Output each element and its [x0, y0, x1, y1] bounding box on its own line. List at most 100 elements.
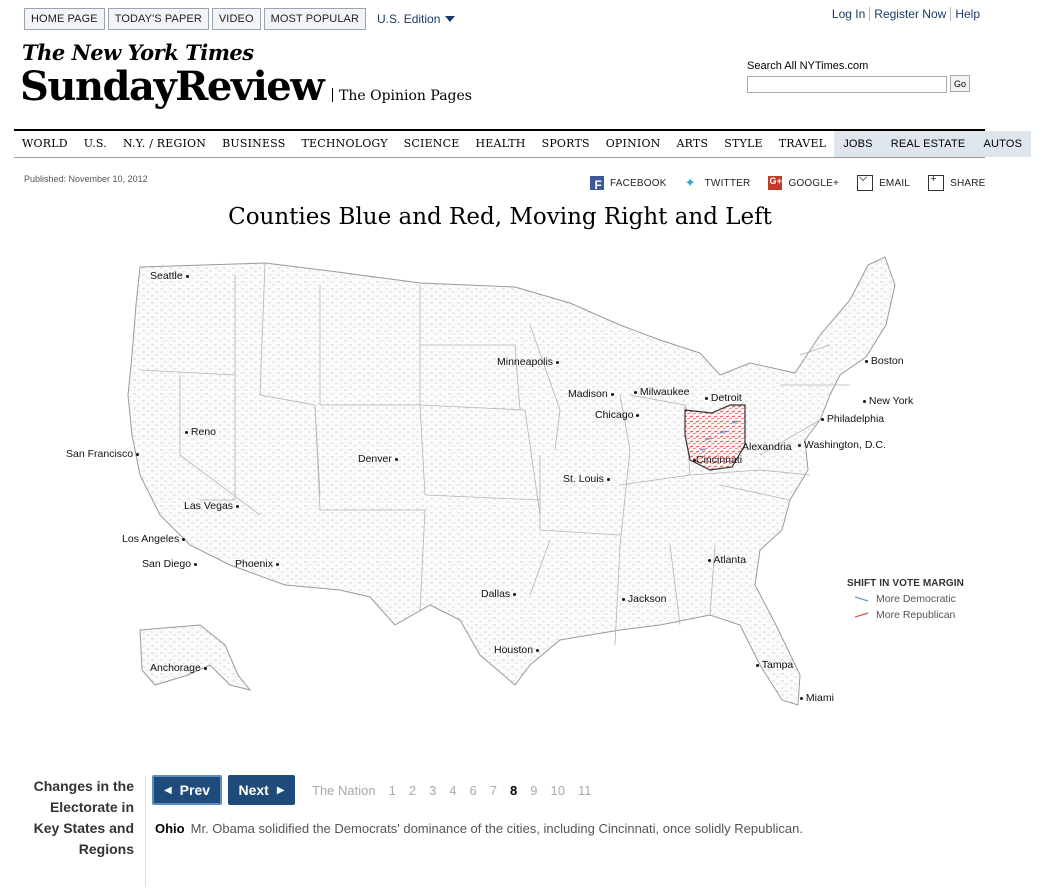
map-legend: SHIFT IN VOTE MARGIN More Democratic Mor…	[847, 578, 964, 621]
nav-health[interactable]: HEALTH	[467, 131, 533, 157]
city-st-louis: St. Louis	[563, 473, 610, 485]
legend-dem-label: More Democratic	[876, 593, 956, 605]
pager: The Nation 1 2 3 4 6 7 8 9 10 11	[312, 783, 604, 798]
divider	[332, 88, 333, 102]
city-tampa: Tampa	[756, 659, 793, 671]
pager-page[interactable]: 6	[470, 783, 477, 798]
nav-style[interactable]: STYLE	[716, 131, 770, 157]
share-more[interactable]: SHARE	[928, 173, 985, 191]
next-label: Next	[238, 782, 269, 798]
city-detroit: Detroit	[705, 392, 742, 404]
nav-world[interactable]: WORLD	[14, 131, 76, 157]
email-share[interactable]: EMAIL	[857, 175, 910, 191]
share-icon	[928, 173, 945, 191]
pager-page[interactable]: 7	[490, 783, 497, 798]
nav-technology[interactable]: TECHNOLOGY	[293, 131, 395, 157]
city-madison: Madison	[568, 388, 614, 400]
email-label: EMAIL	[879, 177, 911, 189]
edition-selector[interactable]: U.S. Edition	[377, 12, 456, 26]
help-link[interactable]: Help	[950, 7, 984, 21]
search-go-button[interactable]: Go	[950, 75, 970, 92]
city-alexandria: Alexandria	[742, 441, 792, 453]
twitter-icon: ✦	[684, 175, 696, 190]
pager-page[interactable]: 11	[578, 783, 592, 798]
section-name[interactable]: SundayReview	[20, 60, 325, 114]
pager-page[interactable]: 9	[530, 783, 537, 798]
prev-label: Prev	[179, 782, 211, 798]
todays-paper-link[interactable]: TODAY'S PAPER	[107, 8, 209, 30]
nav-real-estate[interactable]: REAL ESTATE	[882, 131, 975, 157]
rep-swatch-icon	[855, 612, 869, 618]
pager-page-current[interactable]: 8	[510, 783, 517, 798]
nav-us[interactable]: U.S.	[76, 131, 115, 157]
legend-rep: More Republican	[855, 609, 964, 621]
city-washington-dc: Washington, D.C.	[798, 439, 886, 451]
city-chicago: Chicago	[595, 409, 640, 421]
google-share[interactable]: GOOGLE+	[768, 176, 839, 190]
most-popular-link[interactable]: MOST POPULAR	[263, 8, 367, 30]
edition-label: U.S. Edition	[377, 12, 441, 26]
facebook-share[interactable]: FACEBOOK	[590, 176, 667, 192]
legend-dem: More Democratic	[855, 593, 964, 605]
nav-jobs[interactable]: JOBS	[834, 131, 882, 157]
google-label: GOOGLE+	[788, 177, 840, 189]
city-milwaukee: Milwaukee	[634, 386, 690, 398]
city-miami: Miami	[800, 692, 834, 704]
city-phoenix: Phoenix	[235, 558, 279, 570]
email-icon	[857, 175, 874, 191]
twitter-label: TWITTER	[704, 177, 751, 189]
caption-text: Mr. Obama solidified the Democrats' domi…	[190, 821, 803, 836]
city-jackson: Jackson	[622, 593, 666, 605]
city-dallas: Dallas	[481, 588, 517, 600]
city-san-francisco: San Francisco	[66, 448, 140, 460]
city-cincinnati: Cincinnati	[693, 454, 742, 466]
pager-page[interactable]: 4	[449, 783, 456, 798]
nav-arts[interactable]: ARTS	[669, 131, 717, 157]
share-tools: FACEBOOK ✦ TWITTER GOOGLE+ EMAIL SHARE	[590, 173, 1004, 192]
section-nav: WORLD U.S. N.Y. / REGION BUSINESS TECHNO…	[14, 129, 1032, 158]
city-san-diego: San Diego	[142, 558, 197, 570]
classifieds-nav: JOBS REAL ESTATE AUTOS	[834, 131, 1032, 157]
home-page-link[interactable]: HOME PAGE	[24, 8, 105, 30]
city-los-angeles: Los Angeles	[122, 533, 186, 545]
caption-state: Ohio	[155, 821, 185, 836]
prev-arrow-icon: ◀	[163, 784, 172, 796]
city-philadelphia: Philadelphia	[821, 413, 884, 425]
pager-page[interactable]: 10	[550, 783, 564, 798]
opinion-pages-link[interactable]: The Opinion Pages	[332, 88, 472, 104]
us-county-map: Seattle Reno San Francisco Las Vegas Los…	[60, 245, 960, 765]
pager-page[interactable]: 2	[409, 783, 416, 798]
nav-ny-region[interactable]: N.Y. / REGION	[115, 131, 214, 157]
twitter-share[interactable]: ✦ TWITTER	[685, 176, 751, 190]
nav-business[interactable]: BUSINESS	[214, 131, 293, 157]
utility-nav: HOME PAGE TODAY'S PAPER VIDEO MOST POPUL…	[24, 8, 456, 30]
city-boston: Boston	[865, 355, 904, 367]
login-link[interactable]: Log In	[828, 7, 869, 21]
city-atlanta: Atlanta	[708, 554, 746, 566]
dem-swatch-icon	[855, 596, 869, 602]
legend-rep-label: More Republican	[876, 609, 956, 621]
google-plus-icon	[768, 176, 783, 190]
next-arrow-icon: ▶	[276, 784, 285, 796]
pager-page[interactable]: 3	[429, 783, 436, 798]
nav-autos[interactable]: AUTOS	[974, 131, 1031, 157]
city-reno: Reno	[185, 426, 216, 438]
next-button[interactable]: Next ▶	[228, 775, 295, 805]
pager-page[interactable]: 1	[389, 783, 396, 798]
account-links: Log In Register Now Help	[828, 7, 984, 21]
prev-button[interactable]: ◀ Prev	[152, 775, 222, 805]
nav-opinion[interactable]: OPINION	[598, 131, 669, 157]
video-link[interactable]: VIDEO	[211, 8, 261, 30]
alaska-outline	[139, 624, 252, 691]
opinion-pages-label: The Opinion Pages	[339, 88, 472, 104]
us-outline	[127, 256, 896, 706]
nav-travel[interactable]: TRAVEL	[771, 131, 835, 157]
city-houston: Houston	[494, 644, 540, 656]
series-title: Changes in the Electorate in Key States …	[33, 778, 134, 857]
search-input[interactable]	[747, 76, 947, 93]
pager-the-nation[interactable]: The Nation	[312, 783, 376, 798]
nav-sports[interactable]: SPORTS	[534, 131, 598, 157]
register-link[interactable]: Register Now	[869, 7, 950, 21]
headline: Counties Blue and Red, Moving Right and …	[228, 204, 772, 230]
nav-science[interactable]: SCIENCE	[396, 131, 468, 157]
